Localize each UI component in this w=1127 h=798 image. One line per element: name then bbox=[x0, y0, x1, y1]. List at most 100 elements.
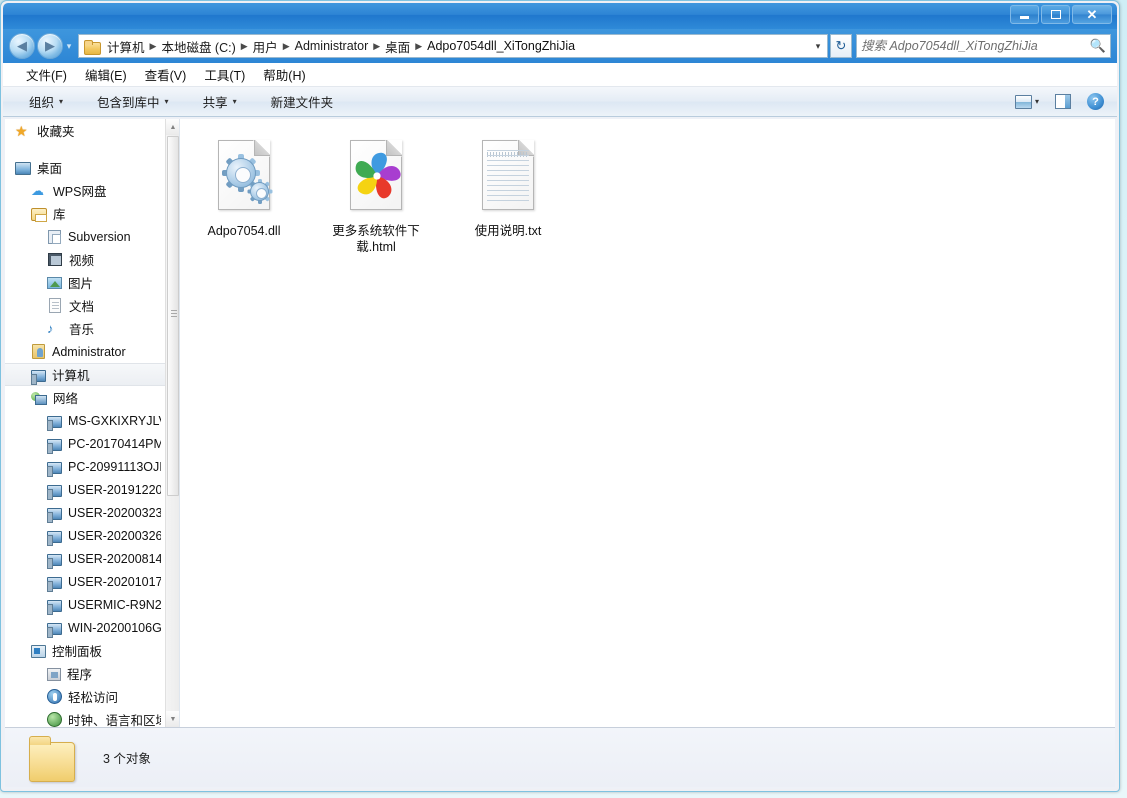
file-grid: Adpo7054.dll 更多系统软件下载.html 使用说明.txt bbox=[194, 133, 1115, 258]
preview-pane-button[interactable] bbox=[1052, 91, 1074, 112]
search-box[interactable]: 🔍 bbox=[856, 34, 1111, 58]
toolbar-button-3[interactable]: 新建文件夹 bbox=[263, 88, 342, 115]
menu-item-0[interactable]: 文件(F) bbox=[17, 62, 76, 87]
file-item[interactable]: 使用说明.txt bbox=[458, 133, 558, 258]
sidebar-item-4[interactable]: 库 bbox=[5, 202, 165, 225]
sidebar-item-6[interactable]: 视频 bbox=[5, 248, 165, 271]
breadcrumb-separator: ▶ bbox=[282, 40, 290, 51]
address-breadcrumb-bar[interactable]: 计算机 ▶ 本地磁盘 (C:) ▶ 用户 ▶ Administrator ▶ 桌面 ▶ Adpo70… bbox=[78, 34, 828, 58]
forward-arrow-icon: ▶ bbox=[45, 38, 55, 53]
scrollbar-thumb[interactable] bbox=[167, 136, 179, 496]
sidebar-item-3[interactable]: ☁ WPS网盘 bbox=[5, 179, 165, 202]
sidebar-item-17[interactable]: USER-20200323' bbox=[5, 501, 165, 524]
menu-item-1[interactable]: 编辑(E) bbox=[76, 62, 136, 87]
toolbar-button-0[interactable]: 组织 ▾ bbox=[21, 88, 71, 115]
toolbar-button-label: 新建文件夹 bbox=[270, 96, 334, 110]
history-dropdown-button[interactable]: ▾ bbox=[63, 41, 75, 52]
chevron-down-icon[interactable]: ▾ bbox=[811, 41, 825, 52]
computer-icon bbox=[47, 599, 62, 615]
desktop-icon bbox=[15, 162, 31, 175]
sidebar-item-13[interactable]: MS-GXKIXRYJLV bbox=[5, 409, 165, 432]
sidebar-item-label: 文档 bbox=[69, 300, 95, 314]
sidebar-item-11[interactable]: 计算机 bbox=[5, 363, 165, 386]
sidebar-item-10[interactable]: Administrator bbox=[5, 340, 165, 363]
sidebar-item-label: 控制面板 bbox=[52, 645, 103, 659]
breadcrumb: 计算机 ▶ 本地磁盘 (C:) ▶ 用户 ▶ Administrator ▶ 桌面 ▶ Adpo70… bbox=[103, 35, 811, 57]
sidebar-item-7[interactable]: 图片 bbox=[5, 271, 165, 294]
computer-icon bbox=[47, 622, 62, 638]
menu-item-4[interactable]: 帮助(H) bbox=[254, 62, 314, 87]
document-icon bbox=[49, 298, 61, 313]
sidebar-item-0[interactable]: ★ 收藏夹 bbox=[5, 119, 165, 142]
toolbar-button-2[interactable]: 共享 ▾ bbox=[195, 88, 245, 115]
folder-icon bbox=[25, 734, 77, 782]
view-mode-button[interactable]: ▾ bbox=[1012, 92, 1042, 112]
menu-item-2[interactable]: 查看(V) bbox=[136, 62, 196, 87]
close-icon: ✕ bbox=[1086, 7, 1098, 22]
sidebar-item-19[interactable]: USER-20200814, bbox=[5, 547, 165, 570]
sidebar-item-16[interactable]: USER-20191220I bbox=[5, 478, 165, 501]
explorer-window: ✕ ◀ ▶ ▾ 计算机 ▶ 本地磁盘 (C:) ▶ 用户 ▶ Administrator ▶ 桌… bbox=[0, 0, 1120, 792]
sidebar-item-24[interactable]: 程序 bbox=[5, 662, 165, 685]
sidebar-item-18[interactable]: USER-20200326' bbox=[5, 524, 165, 547]
chevron-down-icon: ▾ bbox=[232, 97, 237, 106]
search-icon: 🔍 bbox=[1089, 38, 1106, 53]
menu-bar: 文件(F) 编辑(E) 查看(V) 工具(T) 帮助(H) bbox=[3, 63, 1117, 87]
sidebar-item-9[interactable]: ♪ 音乐 bbox=[5, 317, 165, 340]
sidebar-item-22[interactable]: WIN-20200106G bbox=[5, 616, 165, 639]
breadcrumb-item-2[interactable]: 用户 bbox=[249, 35, 282, 57]
file-icon-txt bbox=[474, 136, 542, 218]
sidebar-item-label: 计算机 bbox=[52, 369, 90, 383]
sidebar-item-25[interactable]: 轻松访问 bbox=[5, 685, 165, 708]
search-input[interactable] bbox=[861, 39, 1090, 53]
sidebar-item-5[interactable]: Subversion bbox=[5, 225, 165, 248]
breadcrumb-item-5[interactable]: Adpo7054dll_XiTongZhiJia bbox=[423, 37, 579, 55]
scroll-down-button[interactable]: ▼ bbox=[166, 711, 179, 727]
breadcrumb-item-4[interactable]: 桌面 bbox=[381, 35, 414, 57]
scroll-up-button[interactable]: ▲ bbox=[166, 119, 179, 135]
navigation-pane: ★ 收藏夹桌面 ☁ WPS网盘库 Subversion 视频图片文档 ♪ 音乐 Administ… bbox=[5, 119, 180, 727]
sidebar-item-label: MS-GXKIXRYJLV bbox=[68, 413, 161, 428]
programs-icon bbox=[47, 668, 61, 681]
menu-item-3[interactable]: 工具(T) bbox=[195, 62, 254, 87]
maximize-button[interactable] bbox=[1041, 5, 1070, 24]
computer-icon bbox=[47, 553, 62, 569]
sidebar-item-26[interactable]: 时钟、语言和区域 bbox=[5, 708, 165, 727]
refresh-button[interactable]: ↻ bbox=[830, 34, 852, 58]
ease-of-access-icon bbox=[47, 689, 62, 704]
computer-icon bbox=[47, 461, 62, 477]
file-name-label: 使用说明.txt bbox=[474, 224, 542, 238]
sidebar-item-label: 网络 bbox=[53, 392, 79, 406]
toolbar-button-label: 组织 bbox=[29, 96, 55, 110]
file-list-pane[interactable]: Adpo7054.dll 更多系统软件下载.html 使用说明.txt bbox=[180, 119, 1115, 727]
file-item[interactable]: Adpo7054.dll bbox=[194, 133, 294, 258]
sidebar-item-12[interactable]: 网络 bbox=[5, 386, 165, 409]
breadcrumb-item-0[interactable]: 计算机 bbox=[103, 35, 149, 57]
sidebar-item-label: 图片 bbox=[68, 277, 94, 291]
sidebar-item-label: WIN-20200106G bbox=[68, 620, 161, 635]
sidebar-item-21[interactable]: USERMIC-R9N2! bbox=[5, 593, 165, 616]
sidebar-item-8[interactable]: 文档 bbox=[5, 294, 165, 317]
sidebar-item-20[interactable]: USER-20201017I bbox=[5, 570, 165, 593]
sidebar-item-2[interactable]: 桌面 bbox=[5, 156, 165, 179]
help-button[interactable]: ? bbox=[1084, 90, 1107, 113]
file-item[interactable]: 更多系统软件下载.html bbox=[326, 133, 426, 258]
close-button[interactable]: ✕ bbox=[1072, 5, 1112, 24]
breadcrumb-item-1[interactable]: 本地磁盘 (C:) bbox=[157, 35, 239, 57]
status-bar: 3 个对象 bbox=[5, 727, 1115, 787]
sidebar-item-15[interactable]: PC-20991113OJI bbox=[5, 455, 165, 478]
sidebar-item-label: USER-20200326' bbox=[68, 528, 161, 543]
back-button[interactable]: ◀ bbox=[9, 33, 35, 59]
sidebar-item-23[interactable]: 控制面板 bbox=[5, 639, 165, 662]
file-icon-html bbox=[342, 136, 410, 218]
title-bar: ✕ bbox=[3, 3, 1117, 29]
maximize-icon bbox=[1050, 10, 1061, 19]
toolbar-button-1[interactable]: 包含到库中 ▾ bbox=[89, 88, 177, 115]
file-icon-dll bbox=[210, 136, 278, 218]
forward-button[interactable]: ▶ bbox=[37, 33, 63, 59]
sidebar-item-14[interactable]: PC-20170414PM bbox=[5, 432, 165, 455]
navigation-scrollbar[interactable]: ▲ ▼ bbox=[165, 119, 179, 727]
breadcrumb-item-3[interactable]: Administrator bbox=[291, 37, 373, 55]
minimize-button[interactable] bbox=[1010, 5, 1039, 24]
toolbar-button-label: 包含到库中 bbox=[97, 96, 160, 110]
